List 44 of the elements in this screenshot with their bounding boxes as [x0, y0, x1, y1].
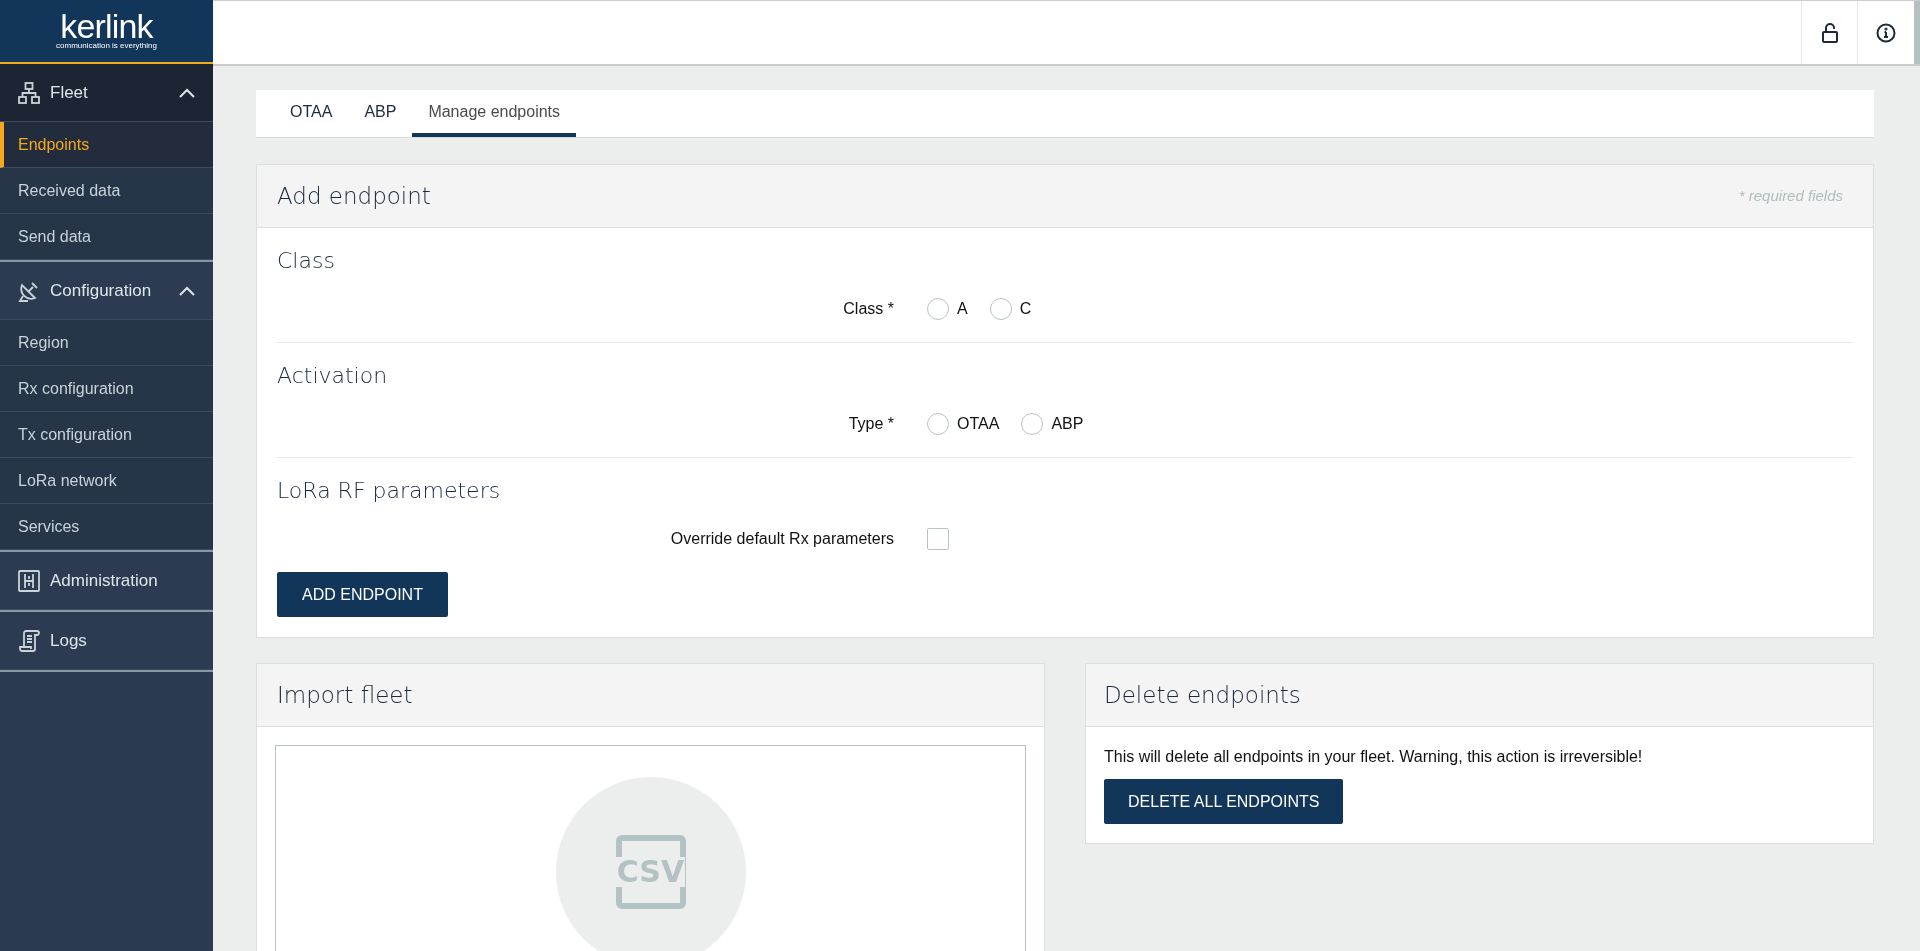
field-label: Override default Rx parameters	[669, 529, 895, 549]
csv-file-icon: CSV	[555, 777, 746, 951]
section-label: Fleet	[50, 81, 89, 104]
network-icon	[18, 81, 40, 104]
logo-tagline: communication is everything	[56, 41, 157, 51]
satellite-dish-icon	[18, 279, 40, 302]
checkbox[interactable]	[927, 528, 949, 550]
tab[interactable]: ABP	[348, 90, 413, 137]
sidebar-item[interactable]: Rx configuration	[0, 366, 213, 412]
sidebar-section[interactable]: Fleet	[0, 64, 213, 122]
card-title: Add endpoint	[277, 181, 431, 211]
scroll-icon	[18, 629, 40, 652]
tab[interactable]: OTAA	[274, 90, 349, 137]
radio-label: ABP	[1051, 414, 1084, 434]
sidebar-item[interactable]: Region	[0, 320, 213, 366]
sidebar-item[interactable]: LoRa network	[0, 458, 213, 504]
section-label: Logs	[50, 629, 88, 652]
section-label: Configuration	[50, 279, 153, 302]
unlocked-padlock-icon	[1821, 22, 1838, 43]
sidebar-item[interactable]: Services	[0, 504, 213, 550]
field-label: Type *	[847, 414, 895, 434]
section-title: Activation	[277, 363, 389, 389]
card-title: Import fleet	[277, 680, 413, 710]
sidebar-item[interactable]: Send data	[0, 214, 213, 260]
radio-label: OTAA	[957, 414, 1000, 434]
section-title: LoRa RF parameters	[277, 478, 502, 504]
add-endpoint-button[interactable]: ADD ENDPOINT	[277, 572, 448, 617]
logo[interactable]: kerlink communication is everything	[0, 0, 213, 64]
tab[interactable]: Manage endpoints	[412, 90, 577, 137]
radio-label: A	[957, 299, 968, 319]
section-label: Administration	[50, 569, 159, 592]
sidebar-item[interactable]: Tx configuration	[0, 412, 213, 458]
field-label: Class *	[842, 299, 895, 319]
required-fields-note: * required fields	[1738, 185, 1844, 206]
sidebar-item[interactable]: Received data	[0, 168, 213, 214]
warning-message: This will delete all endpoints in your fleet. Warning, this action is irreversible!	[1104, 747, 1644, 767]
logo-wordmark: kerlink	[60, 11, 153, 41]
radio-label: C	[1019, 299, 1032, 319]
building-icon	[18, 569, 40, 592]
info-icon	[1876, 22, 1896, 43]
card-title: Delete endpoints	[1104, 680, 1301, 710]
delete-all-endpoints-button[interactable]: DELETE ALL ENDPOINTS	[1104, 779, 1344, 824]
section-title: Class	[277, 248, 336, 274]
sidebar-item[interactable]: Endpoints	[0, 122, 213, 168]
